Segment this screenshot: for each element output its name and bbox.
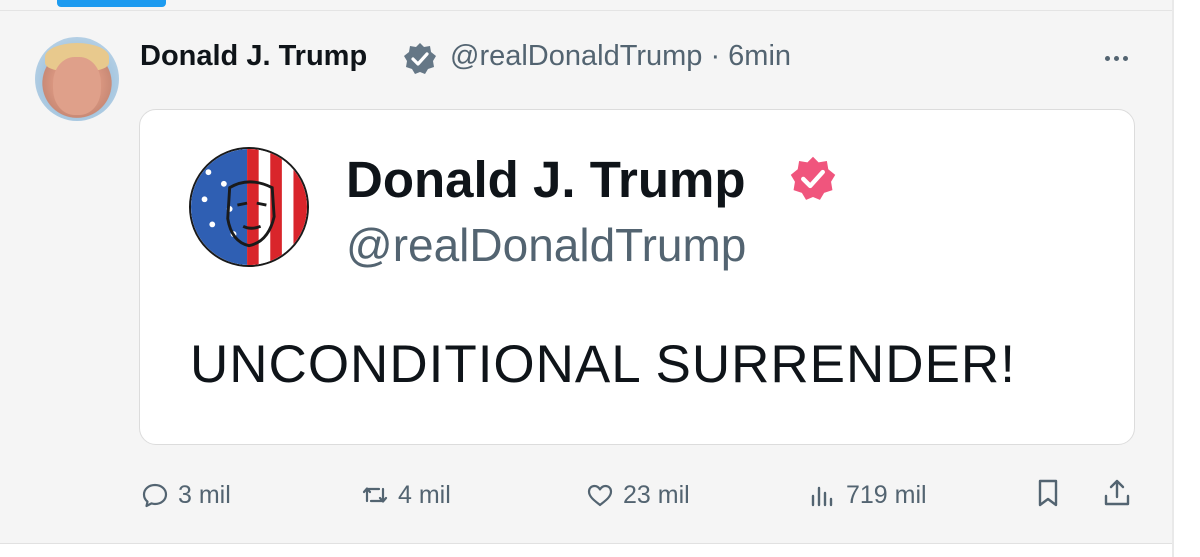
author-avatar[interactable]	[35, 37, 119, 121]
reply-icon	[142, 483, 168, 508]
top-divider	[0, 10, 1172, 11]
bookmark-icon[interactable]	[1031, 476, 1065, 510]
share-icon[interactable]	[1100, 476, 1134, 510]
card-avatar	[189, 147, 309, 267]
repost-icon	[362, 487, 388, 503]
bottom-strip	[0, 544, 1172, 557]
reply-count: 3 mil	[178, 480, 231, 509]
reply-button[interactable]: 3 mil	[140, 478, 231, 512]
like-button[interactable]: 23 mil	[585, 478, 690, 512]
card-author-name: Donald J. Trump	[346, 151, 746, 208]
like-icon	[587, 484, 613, 507]
flag-portrait-image	[191, 149, 307, 265]
card-post-text: UNCONDITIONAL SURRENDER!	[190, 335, 1016, 394]
views-icon	[811, 486, 833, 507]
embedded-post-card[interactable]: Donald J. Trump @realDonaldTrump UNCONDI…	[139, 109, 1135, 445]
author-handle-time[interactable]: @realDonaldTrump · 6min	[450, 40, 791, 73]
card-verified-badge-icon	[790, 156, 836, 200]
repost-count: 4 mil	[398, 480, 451, 509]
views-count: 719 mil	[846, 480, 927, 509]
card-author-handle: @realDonaldTrump	[346, 219, 747, 271]
repost-button[interactable]: 4 mil	[360, 478, 451, 512]
like-count: 23 mil	[623, 480, 690, 509]
active-tab-indicator	[57, 0, 166, 7]
views-button[interactable]: 719 mil	[808, 478, 927, 512]
author-name[interactable]: Donald J. Trump	[140, 40, 367, 73]
more-icon[interactable]	[1092, 44, 1140, 72]
verified-badge-icon	[404, 43, 436, 74]
avatar-face	[53, 57, 101, 115]
right-pane	[1174, 0, 1200, 557]
